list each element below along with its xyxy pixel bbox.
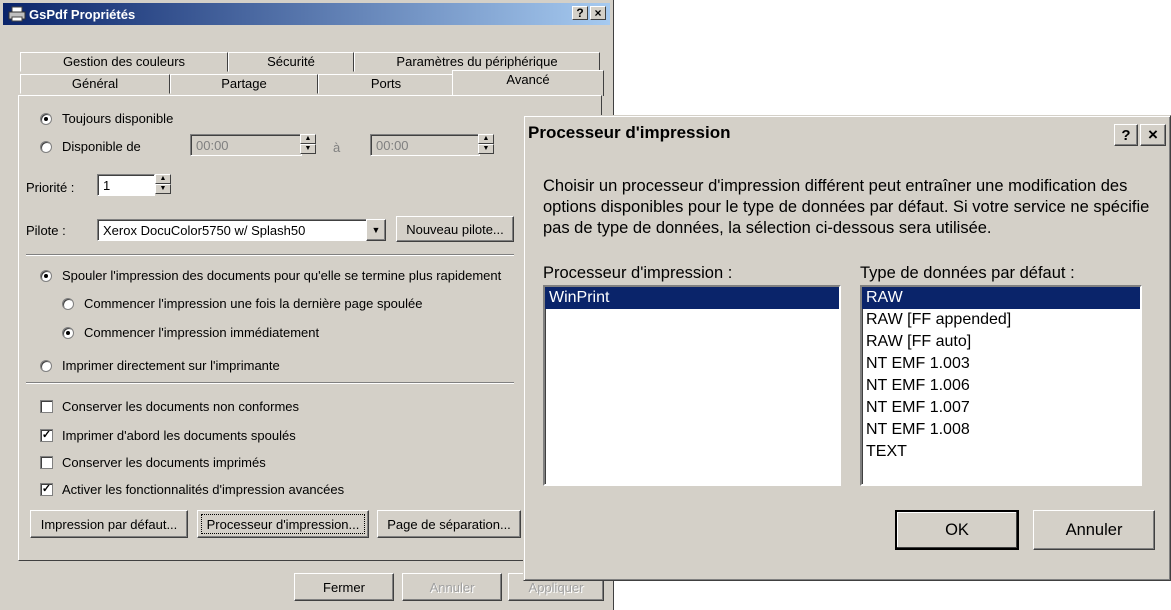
divider [26, 254, 514, 256]
spool-label: Spouler l'impression des documents pour … [62, 268, 502, 283]
time-to-label: à [333, 140, 341, 155]
always-available-label: Toujours disponible [62, 111, 174, 126]
datatype-list[interactable]: RAW RAW [FF appended] RAW [FF auto] NT E… [860, 285, 1142, 486]
enable-advanced-label: Activer les fonctionnalités d'impression… [62, 482, 345, 497]
priority-label: Priorité : [26, 180, 75, 195]
cancel-button[interactable]: Annuler [402, 573, 502, 601]
close-dialog-button[interactable]: Fermer [294, 573, 394, 601]
print-direct-radio[interactable] [40, 360, 52, 372]
list-item[interactable]: NT EMF 1.008 [862, 419, 1140, 441]
list-item[interactable]: RAW [FF auto] [862, 331, 1140, 353]
list-item[interactable]: RAW [862, 287, 1140, 309]
keep-printed-label: Conserver les documents imprimés [62, 455, 266, 470]
printer-properties-dialog: GsPdf Propriétés ? × Gestion des couleur… [0, 0, 614, 610]
datatype-list-label: Type de données par défaut : [860, 264, 1075, 282]
print-direct-label: Imprimer directement sur l'imprimante [62, 358, 280, 373]
print-spooled-first-checkbox[interactable]: ✓ [40, 429, 53, 442]
keep-mismatched-checkbox[interactable] [40, 400, 53, 413]
separator-page-button[interactable]: Page de séparation... [377, 510, 521, 538]
time-from-spinner[interactable]: ▲ ▼ [300, 134, 316, 156]
printing-defaults-button[interactable]: Impression par défaut... [30, 510, 188, 538]
list-item[interactable]: WinPrint [545, 287, 839, 309]
tab-advanced[interactable]: Avancé [452, 70, 604, 96]
close-button[interactable]: × [1140, 124, 1166, 146]
help-button[interactable]: ? [572, 6, 588, 20]
properties-title: GsPdf Propriétés [29, 7, 136, 22]
print-processor-button[interactable]: Processeur d'impression... [197, 510, 369, 538]
tab-security[interactable]: Sécurité [228, 52, 354, 72]
tab-ports[interactable]: Ports [318, 74, 454, 94]
processor-dialog-title: Processeur d'impression [528, 123, 731, 142]
spool-radio[interactable] [40, 270, 52, 282]
tab-device-settings[interactable]: Paramètres du périphérique [354, 52, 600, 72]
close-button[interactable]: × [590, 6, 606, 20]
processor-list-label: Processeur d'impression : [543, 264, 733, 282]
always-available-radio[interactable] [40, 113, 52, 125]
list-item[interactable]: NT EMF 1.003 [862, 353, 1140, 375]
driver-select[interactable]: Xerox DocuColor5750 w/ Splash50 [97, 219, 367, 241]
priority-input[interactable]: 1 [97, 174, 155, 196]
enable-advanced-checkbox[interactable]: ✓ [40, 483, 53, 496]
list-item[interactable]: TEXT [862, 441, 1140, 463]
spool-after-last-label: Commencer l'impression une fois la derni… [84, 296, 423, 311]
processor-list[interactable]: WinPrint [543, 285, 841, 486]
cancel-button[interactable]: Annuler [1033, 510, 1155, 550]
ok-button[interactable]: OK [895, 510, 1019, 550]
time-to-input[interactable]: 00:00 [370, 134, 480, 156]
driver-dropdown-button[interactable]: ▼ [366, 219, 386, 241]
time-from-input[interactable]: 00:00 [190, 134, 302, 156]
properties-titlebar: GsPdf Propriétés ? × [3, 3, 610, 25]
help-button[interactable]: ? [1114, 124, 1138, 146]
available-from-label: Disponible de [62, 139, 141, 154]
tab-sharing[interactable]: Partage [170, 74, 318, 94]
divider [26, 382, 514, 384]
new-driver-button[interactable]: Nouveau pilote... [396, 216, 514, 242]
print-spooled-first-label: Imprimer d'abord les documents spoulés [62, 428, 296, 443]
available-from-radio[interactable] [40, 141, 52, 153]
spool-immediately-label: Commencer l'impression immédiatement [84, 325, 320, 340]
driver-label: Pilote : [26, 223, 66, 238]
tab-color-management[interactable]: Gestion des couleurs [20, 52, 228, 72]
print-processor-dialog: Processeur d'impression ? × Choisir un p… [523, 115, 1171, 581]
keep-printed-checkbox[interactable] [40, 456, 53, 469]
keep-mismatched-label: Conserver les documents non conformes [62, 399, 300, 414]
spool-after-last-radio[interactable] [62, 298, 74, 310]
time-to-spinner[interactable]: ▲ ▼ [478, 134, 494, 156]
printer-icon [8, 6, 26, 25]
list-item[interactable]: NT EMF 1.006 [862, 375, 1140, 397]
list-item[interactable]: RAW [FF appended] [862, 309, 1140, 331]
list-item[interactable]: NT EMF 1.007 [862, 397, 1140, 419]
spool-immediately-radio[interactable] [62, 327, 74, 339]
tab-general[interactable]: Général [20, 74, 170, 94]
priority-spinner[interactable]: ▲ ▼ [155, 174, 171, 196]
processor-description: Choisir un processeur d'impression diffé… [543, 177, 1150, 237]
